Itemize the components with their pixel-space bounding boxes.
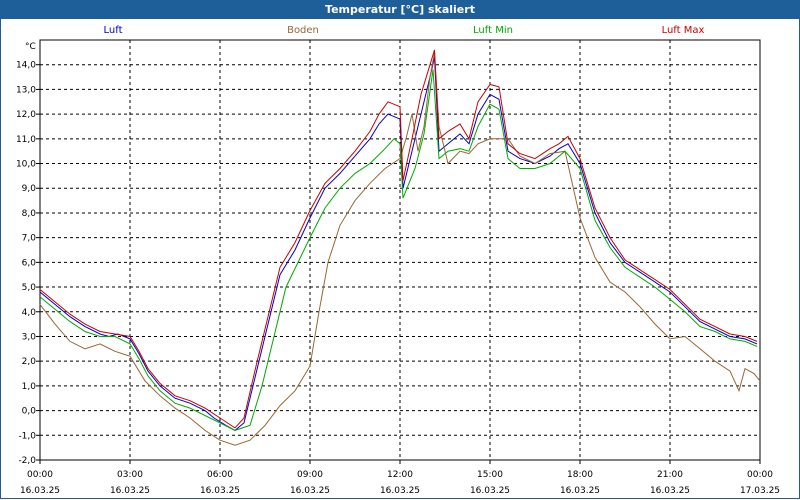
y-tick-label: 8,0 <box>22 209 37 219</box>
y-tick-label: 10,0 <box>16 160 36 170</box>
legend: Luft Boden Luft Min Luft Max <box>104 25 705 36</box>
x-tick-time-label: 12:00 <box>387 470 413 480</box>
grid <box>39 40 761 461</box>
y-tick-label: 4,0 <box>22 308 37 318</box>
y-axis-unit-label: °C <box>25 42 36 52</box>
y-tick-label: 5,0 <box>22 283 37 293</box>
x-tick-date-label: 16.03.25 <box>110 486 150 496</box>
series-line-luft-min <box>39 69 758 431</box>
y-tick-label: 0,0 <box>22 407 37 417</box>
x-tick-time-label: 03:00 <box>117 470 143 480</box>
legend-entry-luft-min: Luft Min <box>473 25 513 36</box>
y-tick-label: -2,0 <box>18 456 36 466</box>
x-tick-date-label: 16.03.25 <box>200 486 240 496</box>
legend-entry-luft: Luft <box>104 25 123 36</box>
x-tick-time-label: 00:00 <box>27 470 53 480</box>
y-tick-label: 13,0 <box>16 85 36 95</box>
y-tick-label: -1,0 <box>18 431 36 441</box>
y-tick-label: 2,0 <box>22 357 37 367</box>
x-tick-date-label: 16.03.25 <box>20 486 60 496</box>
x-tick-date-label: 16.03.25 <box>560 486 600 496</box>
y-tick-label: 6,0 <box>22 258 37 268</box>
y-tick-label: 1,0 <box>22 382 37 392</box>
x-tick-time-label: 06:00 <box>207 470 233 480</box>
x-tick-date-label: 17.03.25 <box>740 486 780 496</box>
x-axis-ticks: 00:00 16.03.25 03:00 16.03.25 06:00 16.03.25 0… <box>20 460 780 496</box>
y-tick-label: 3,0 <box>22 332 37 342</box>
y-tick-label: 7,0 <box>22 234 37 244</box>
y-tick-label: 11,0 <box>16 135 36 145</box>
x-tick-time-label: 09:00 <box>297 470 323 480</box>
legend-entry-luft-max: Luft Max <box>662 25 705 36</box>
y-tick-label: 9,0 <box>22 184 37 194</box>
x-tick-date-label: 16.03.25 <box>650 486 690 496</box>
y-axis-ticks: -2,0 -1,0 0,0 1,0 2,0 3,0 4,0 5,0 6,0 7,0 8,0 9,0 10… <box>16 61 40 466</box>
y-tick-label: 12,0 <box>16 110 36 120</box>
temperature-chart: Luft Boden Luft Min Luft Max °C -2,0 -1,0 0,0… <box>16 25 780 496</box>
x-tick-time-label: 00:00 <box>747 470 773 480</box>
x-tick-date-label: 16.03.25 <box>380 486 420 496</box>
x-tick-time-label: 18:00 <box>567 470 593 480</box>
x-tick-time-label: 15:00 <box>477 470 503 480</box>
x-tick-date-label: 16.03.25 <box>290 486 330 496</box>
y-tick-label: 14,0 <box>16 61 36 71</box>
x-tick-date-label: 16.03.25 <box>470 486 510 496</box>
legend-entry-boden: Boden <box>287 25 319 36</box>
x-tick-time-label: 21:00 <box>657 470 683 480</box>
